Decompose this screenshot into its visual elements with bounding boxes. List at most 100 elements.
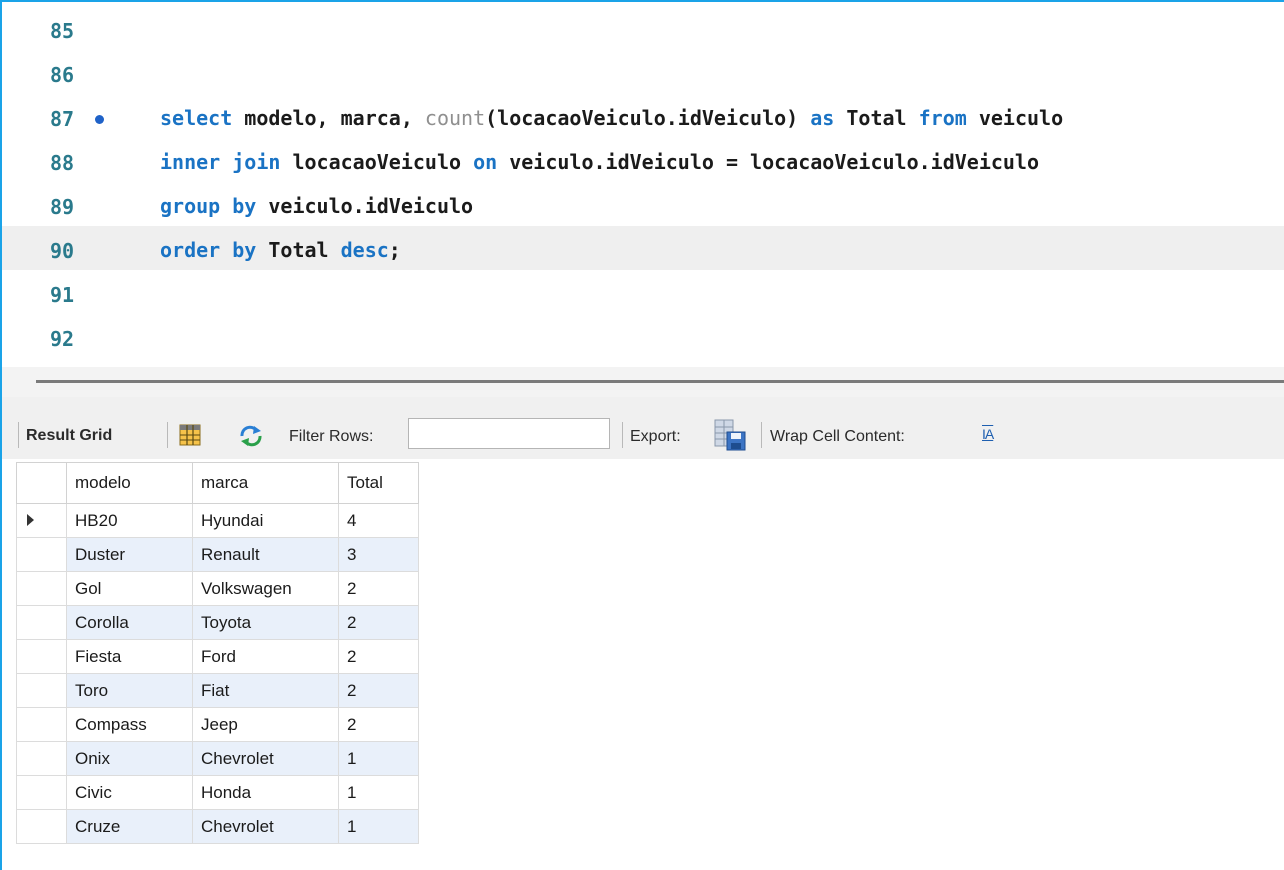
cell-marca[interactable]: Renault	[192, 537, 339, 572]
current-row-arrow-icon	[27, 513, 34, 526]
table-row[interactable]: Gol Volkswagen 2	[16, 571, 419, 606]
column-header-modelo[interactable]: modelo	[66, 462, 193, 504]
cell-modelo[interactable]: Duster	[66, 537, 193, 572]
cell-total[interactable]: 2	[338, 605, 419, 640]
toolbar-separator	[167, 422, 168, 448]
cell-modelo[interactable]: Toro	[66, 673, 193, 708]
cell-modelo[interactable]: Onix	[66, 741, 193, 776]
column-header-total[interactable]: Total	[338, 462, 419, 504]
result-grid[interactable]: modelo marca Total HB20 Hyundai 4 Duster…	[16, 462, 419, 844]
row-selector[interactable]	[16, 571, 67, 606]
result-grid-tab[interactable]: Result Grid	[26, 427, 112, 445]
toolbar-separator	[18, 422, 19, 448]
filter-rows-input[interactable]	[408, 418, 610, 449]
editor-line[interactable]: 92	[2, 318, 1284, 362]
export-icon[interactable]	[714, 419, 746, 451]
cell-total[interactable]: 1	[338, 775, 419, 810]
grid-header-row: modelo marca Total	[16, 462, 419, 504]
filter-rows-label: Filter Rows:	[289, 428, 374, 445]
row-selector[interactable]	[16, 809, 67, 844]
panel-splitter[interactable]	[2, 367, 1284, 397]
code-line: group by veiculo.idVeiculo	[160, 194, 474, 218]
keyword-desc: desc	[340, 238, 389, 262]
row-selector[interactable]	[16, 707, 67, 742]
row-selector[interactable]	[16, 775, 67, 810]
line-number: 92	[50, 327, 75, 351]
cell-modelo[interactable]: Civic	[66, 775, 193, 810]
cell-marca[interactable]: Ford	[192, 639, 339, 674]
table-row[interactable]: Cruze Chevrolet 1	[16, 809, 419, 844]
row-selector[interactable]	[16, 537, 67, 572]
editor-line[interactable]: 89 group by veiculo.idVeiculo	[2, 186, 1284, 230]
table-row[interactable]: Fiesta Ford 2	[16, 639, 419, 674]
sql-editor[interactable]: 85 86 87 select modelo, marca, count(loc…	[2, 2, 1284, 367]
cell-total[interactable]: 2	[338, 673, 419, 708]
cell-modelo[interactable]: Gol	[66, 571, 193, 606]
toolbar-separator	[761, 422, 762, 448]
cell-total[interactable]: 3	[338, 537, 419, 572]
cell-marca[interactable]: Fiat	[192, 673, 339, 708]
keyword-group-by: group by	[160, 194, 257, 218]
code-line: inner join locacaoVeiculo on veiculo.idV…	[160, 150, 1040, 174]
cell-marca[interactable]: Hyundai	[192, 503, 339, 538]
export-label: Export:	[630, 428, 681, 445]
editor-line[interactable]: 91	[2, 274, 1284, 318]
column-header-marca[interactable]: marca	[192, 462, 339, 504]
editor-line[interactable]: 87 select modelo, marca, count(locacaoVe…	[2, 98, 1284, 142]
cell-modelo[interactable]: Fiesta	[66, 639, 193, 674]
cell-marca[interactable]: Chevrolet	[192, 809, 339, 844]
cell-marca[interactable]: Chevrolet	[192, 741, 339, 776]
cell-marca[interactable]: Honda	[192, 775, 339, 810]
result-toolbar: Result Grid Filter Rows: Export: Wrap Ce…	[2, 397, 1284, 459]
refresh-icon[interactable]	[238, 425, 264, 447]
wrap-cell-content-icon[interactable]: IA	[982, 426, 1004, 448]
cell-marca[interactable]: Jeep	[192, 707, 339, 742]
wrap-cell-content-label: Wrap Cell Content:	[770, 428, 905, 445]
row-selector[interactable]	[16, 673, 67, 708]
grid-view-icon[interactable]	[178, 423, 202, 447]
cell-total[interactable]: 4	[338, 503, 419, 538]
row-selector[interactable]	[16, 639, 67, 674]
line-number: 86	[50, 63, 75, 87]
table-row[interactable]: HB20 Hyundai 4	[16, 503, 419, 538]
keyword-inner-join: inner join	[160, 150, 281, 174]
line-number: 90	[50, 239, 75, 263]
editor-line[interactable]: 86	[2, 54, 1284, 98]
cell-marca[interactable]: Volkswagen	[192, 571, 339, 606]
keyword-on: on	[473, 150, 498, 174]
line-number: 88	[50, 151, 75, 175]
cell-total[interactable]: 1	[338, 809, 419, 844]
row-selector[interactable]	[16, 503, 67, 538]
code-line: order by Total desc;	[160, 238, 401, 262]
row-selector[interactable]	[16, 605, 67, 640]
table-row[interactable]: Compass Jeep 2	[16, 707, 419, 742]
line-number: 91	[50, 283, 75, 307]
splitter-handle[interactable]	[36, 380, 1284, 383]
editor-line[interactable]: 85	[2, 10, 1284, 54]
cell-modelo[interactable]: Compass	[66, 707, 193, 742]
line-number: 89	[50, 195, 75, 219]
table-row[interactable]: Corolla Toyota 2	[16, 605, 419, 640]
cell-modelo[interactable]: HB20	[66, 503, 193, 538]
statement-marker-icon	[95, 115, 104, 124]
row-header-corner	[16, 462, 67, 504]
line-number: 85	[50, 19, 75, 43]
keyword-select: select	[160, 106, 233, 130]
cell-total[interactable]: 1	[338, 741, 419, 776]
row-selector[interactable]	[16, 741, 67, 776]
toolbar-separator	[622, 422, 623, 448]
table-row[interactable]: Toro Fiat 2	[16, 673, 419, 708]
code-line: select modelo, marca, count(locacaoVeicu…	[160, 106, 1064, 130]
cell-modelo[interactable]: Cruze	[66, 809, 193, 844]
table-row[interactable]: Civic Honda 1	[16, 775, 419, 810]
cell-total[interactable]: 2	[338, 707, 419, 742]
cell-marca[interactable]: Toyota	[192, 605, 339, 640]
table-row[interactable]: Duster Renault 3	[16, 537, 419, 572]
table-row[interactable]: Onix Chevrolet 1	[16, 741, 419, 776]
keyword-from: from	[918, 106, 967, 130]
cell-modelo[interactable]: Corolla	[66, 605, 193, 640]
editor-line[interactable]: 88 inner join locacaoVeiculo on veiculo.…	[2, 142, 1284, 186]
cell-total[interactable]: 2	[338, 639, 419, 674]
editor-line-current[interactable]: 90 order by Total desc;	[2, 226, 1284, 270]
cell-total[interactable]: 2	[338, 571, 419, 606]
